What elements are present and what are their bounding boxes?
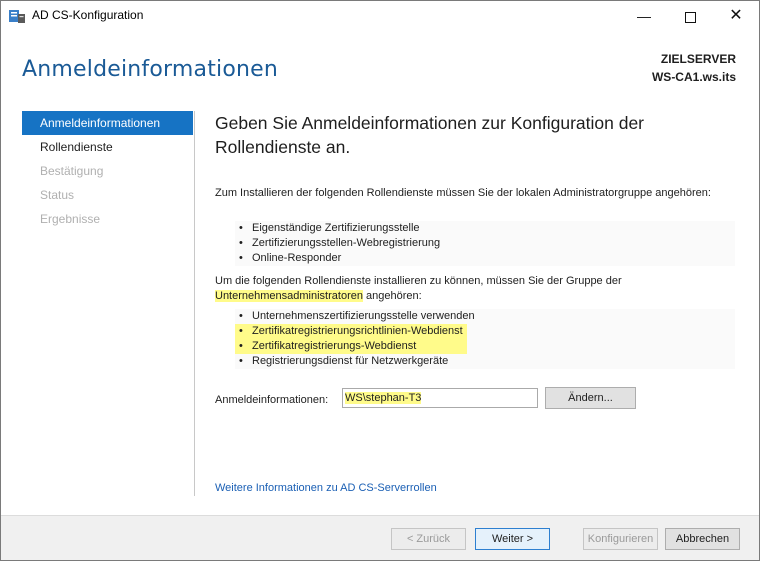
cancel-button[interactable]: Abbrechen xyxy=(665,528,740,550)
list-item-highlighted: Zertifikatregistrierungs-Webdienst xyxy=(235,339,467,354)
credentials-value: WS\stephan-T3 xyxy=(345,392,422,404)
more-info-link[interactable]: Weitere Informationen zu AD CS-Serverrol… xyxy=(215,482,437,494)
minimize-button[interactable]: — xyxy=(621,1,667,31)
close-icon: ✕ xyxy=(729,7,743,24)
main-content: Geben Sie Anmeldeinformationen zur Konfi… xyxy=(215,111,745,409)
nav-item-status: Status xyxy=(40,188,75,202)
window-title: AD CS-Konfiguration xyxy=(32,8,144,22)
close-button[interactable]: ✕ xyxy=(713,1,759,31)
nav-divider xyxy=(194,111,195,496)
page-title: Anmeldeinformationen xyxy=(22,57,279,82)
nav-item-anmeldeinformationen[interactable]: Anmeldeinformationen xyxy=(22,111,193,135)
title-bar[interactable]: AD CS-Konfiguration — ✕ xyxy=(1,1,759,31)
enterprise-services-list: Unternehmenszertifizierungsstelle verwen… xyxy=(235,309,735,369)
nav-item-bestaetigung: Bestätigung xyxy=(40,164,104,178)
target-server-name: WS-CA1.ws.its xyxy=(651,70,736,84)
minimize-icon: — xyxy=(637,8,651,24)
configure-button[interactable]: Konfigurieren xyxy=(583,528,658,550)
list-item-highlighted: Zertifikatregistrierungsrichtlinien-Webd… xyxy=(235,324,467,339)
local-admin-text: Zum Installieren der folgenden Rollendie… xyxy=(215,187,711,199)
enterprise-text-end: angehören: xyxy=(362,290,422,302)
credentials-field[interactable]: WS\stephan-T3 xyxy=(342,388,538,408)
list-item: Eigenständige Zertifizierungsstelle xyxy=(235,221,735,236)
list-item: Online-Responder xyxy=(235,251,735,266)
target-server: ZIELSERVER WS-CA1.ws.its xyxy=(652,50,736,86)
wizard-footer: < Zurück Weiter > Konfigurieren Abbreche… xyxy=(1,515,759,560)
list-item: Zertifizierungsstellen-Webregistrierung xyxy=(235,236,735,251)
list-item: Registrierungsdienst für Netzwerkgeräte xyxy=(235,354,735,369)
nav-item-rollendienste[interactable]: Rollendienste xyxy=(22,135,193,159)
nav-item-ergebnisse: Ergebnisse xyxy=(40,212,101,226)
maximize-button[interactable] xyxy=(667,1,713,31)
server-manager-icon xyxy=(9,10,25,23)
credentials-label: Anmeldeinformationen: xyxy=(215,394,329,406)
enterprise-admin-text: Um die folgenden Rollendienste installie… xyxy=(215,274,715,304)
next-button[interactable]: Weiter > xyxy=(475,528,550,550)
dialog-window: AD CS-Konfiguration — ✕ Anmeldeinformati… xyxy=(0,0,760,561)
back-button[interactable]: < Zurück xyxy=(391,528,466,550)
local-services-list: Eigenständige Zertifizierungsstelle Zert… xyxy=(235,221,735,266)
enterprise-group-name: Unternehmensadministratoren xyxy=(215,290,363,302)
wizard-navigation: Anmeldeinformationen Rollendienste Bestä… xyxy=(22,111,193,231)
enterprise-text-start: Um die folgenden Rollendienste installie… xyxy=(215,275,622,287)
content-heading: Geben Sie Anmeldeinformationen zur Konfi… xyxy=(215,113,645,157)
target-server-caption: ZIELSERVER xyxy=(660,52,736,66)
list-item: Unternehmenszertifizierungsstelle verwen… xyxy=(235,309,735,324)
change-credentials-button[interactable]: Ändern... xyxy=(545,387,636,409)
maximize-icon xyxy=(684,11,696,23)
